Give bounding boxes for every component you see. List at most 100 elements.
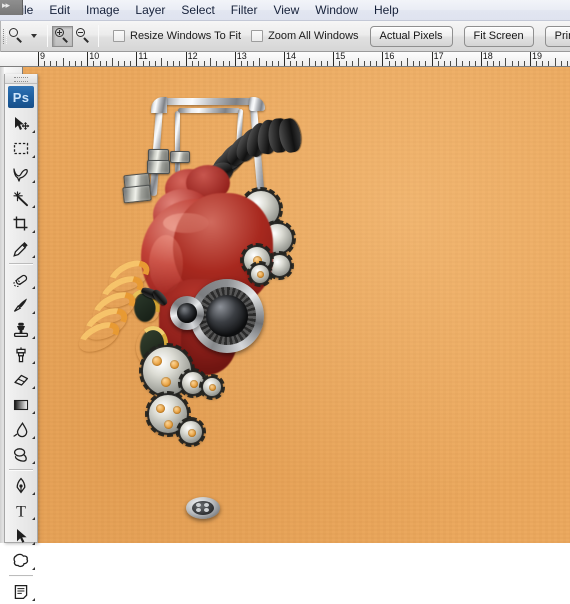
photoshop-logo: Ps: [8, 86, 34, 108]
tool-path-selection-tool[interactable]: [5, 523, 37, 548]
ruler-tick-minor: [74, 61, 76, 66]
tool-eyedropper-tool[interactable]: [5, 236, 37, 261]
zoom-all-windows-checkbox[interactable]: [251, 30, 264, 42]
tool-flyout-indicator[interactable]: [32, 386, 35, 389]
ruler-tick-minor: [566, 61, 568, 66]
tool-flyout-indicator[interactable]: [32, 492, 35, 495]
menu-item-window[interactable]: Window: [307, 1, 366, 20]
tool-lasso-tool[interactable]: [5, 161, 37, 186]
ruler-tick-minor: [44, 61, 46, 66]
dodge-tool-icon: [13, 447, 27, 462]
ruler-tick-minor: [197, 61, 199, 66]
menu-item-filter[interactable]: Filter: [223, 1, 266, 20]
menu-item-view[interactable]: View: [265, 1, 307, 20]
active-tool-preset-picker[interactable]: [1, 28, 43, 44]
tool-flyout-indicator[interactable]: [32, 517, 35, 520]
tool-healing-brush-tool[interactable]: [5, 267, 37, 292]
ruler-tick-minor: [536, 61, 538, 66]
tool-flyout-indicator[interactable]: [32, 180, 35, 183]
zoom-out-button[interactable]: [73, 26, 94, 47]
ruler-origin-corner[interactable]: [0, 0, 23, 15]
tool-type-tool[interactable]: T: [5, 498, 37, 523]
ruler-tick-minor: [179, 61, 181, 66]
ruler-tick-minor: [161, 58, 162, 66]
ruler-tick-minor: [259, 58, 261, 66]
tool-flyout-indicator[interactable]: [32, 461, 35, 464]
ruler-tick-minor: [511, 61, 513, 66]
menu-item-edit[interactable]: Edit: [41, 1, 78, 20]
tool-flyout-indicator[interactable]: [32, 567, 35, 570]
tool-notes-tool[interactable]: [5, 579, 37, 604]
tool-history-brush-tool[interactable]: [5, 342, 37, 367]
horizontal-ruler[interactable]: 9 10 11 12 13 14 15 16 17 18 19: [0, 52, 570, 67]
menu-item-select[interactable]: Select: [173, 1, 222, 20]
tool-flyout-indicator[interactable]: [32, 130, 35, 133]
artwork-steampunk-heart: [23, 67, 570, 543]
fit-screen-button[interactable]: Fit Screen: [463, 25, 534, 47]
tool-custom-shape-tool[interactable]: [5, 548, 37, 573]
options-bar-drag-handle[interactable]: [0, 20, 7, 52]
menu-item-help[interactable]: Help: [366, 1, 407, 20]
ruler-tick-minor: [351, 61, 353, 66]
tool-flyout-indicator[interactable]: [32, 336, 35, 339]
actual-pixels-button[interactable]: Actual Pixels: [369, 25, 453, 47]
tool-flyout-indicator[interactable]: [32, 311, 35, 314]
tool-clone-stamp-tool[interactable]: [5, 317, 37, 342]
tool-flyout-indicator[interactable]: [32, 255, 35, 258]
ruler-tick-minor: [290, 61, 292, 66]
tool-rectangular-marquee-tool[interactable]: [5, 136, 37, 161]
ruler-tick-minor: [142, 61, 144, 66]
tool-flyout-indicator[interactable]: [32, 286, 35, 289]
menu-item-image[interactable]: Image: [78, 1, 127, 20]
tool-flyout-indicator[interactable]: [32, 361, 35, 364]
ruler-tick-minor: [474, 61, 476, 66]
menu-item-layer[interactable]: Layer: [127, 1, 173, 20]
hex-nut-fitting: [147, 160, 170, 174]
tool-flyout-indicator[interactable]: [32, 411, 35, 414]
ruler-tick-minor: [173, 61, 175, 66]
ruler-tick-minor: [456, 58, 458, 66]
magic-wand-tool-icon: [13, 190, 28, 206]
history-brush-tool-icon: [16, 346, 26, 362]
tool-eraser-tool[interactable]: [5, 367, 37, 392]
tool-crop-tool[interactable]: [5, 211, 37, 236]
ruler-tick-minor: [191, 61, 193, 66]
tool-flyout-indicator[interactable]: [32, 230, 35, 233]
resize-windows-to-fit-option[interactable]: Resize Windows To Fit: [113, 30, 241, 42]
ruler-tick-minor: [222, 61, 224, 66]
zoom-all-windows-option[interactable]: Zoom All Windows: [251, 30, 359, 42]
eyedropper-tool-icon: [13, 241, 28, 257]
ruler-tick-minor: [308, 58, 310, 66]
tool-flyout-indicator[interactable]: [32, 436, 35, 439]
tool-pen-tool[interactable]: [5, 473, 37, 498]
ruler-tick-minor: [167, 61, 169, 66]
tools-divider: [9, 263, 33, 265]
document-canvas[interactable]: [23, 67, 570, 543]
ruler-tick-minor: [327, 61, 329, 66]
tool-flyout-indicator[interactable]: [32, 205, 35, 208]
tool-blur-tool[interactable]: [5, 417, 37, 442]
ruler-tick-minor: [320, 61, 322, 66]
resize-windows-to-fit-checkbox[interactable]: [113, 30, 125, 42]
tool-flyout-indicator[interactable]: [32, 598, 35, 601]
tool-flyout-indicator[interactable]: [32, 542, 35, 545]
tool-move-tool[interactable]: [5, 111, 37, 136]
ruler-tick-minor: [228, 61, 230, 66]
tool-magic-wand-tool[interactable]: [5, 186, 37, 211]
ruler-tick-minor: [450, 61, 452, 66]
gradient-tool-icon: [13, 399, 29, 410]
print-size-button[interactable]: Print Size: [544, 25, 570, 47]
tool-dodge-tool[interactable]: [5, 442, 37, 467]
ruler-tick-minor: [253, 61, 255, 66]
ruler-tick-minor: [523, 61, 525, 66]
zoom-in-button[interactable]: [52, 25, 73, 47]
tool-flyout-indicator[interactable]: [32, 155, 35, 158]
ruler-tick-minor: [81, 61, 83, 66]
ruler-tick-minor: [265, 61, 267, 66]
tools-divider: [9, 469, 33, 471]
tools-panel-drag-handle[interactable]: [5, 74, 37, 84]
tool-brush-tool[interactable]: [5, 292, 37, 317]
ruler-tick-minor: [99, 61, 101, 66]
tool-gradient-tool[interactable]: [5, 392, 37, 417]
chevron-down-icon[interactable]: [31, 34, 37, 38]
